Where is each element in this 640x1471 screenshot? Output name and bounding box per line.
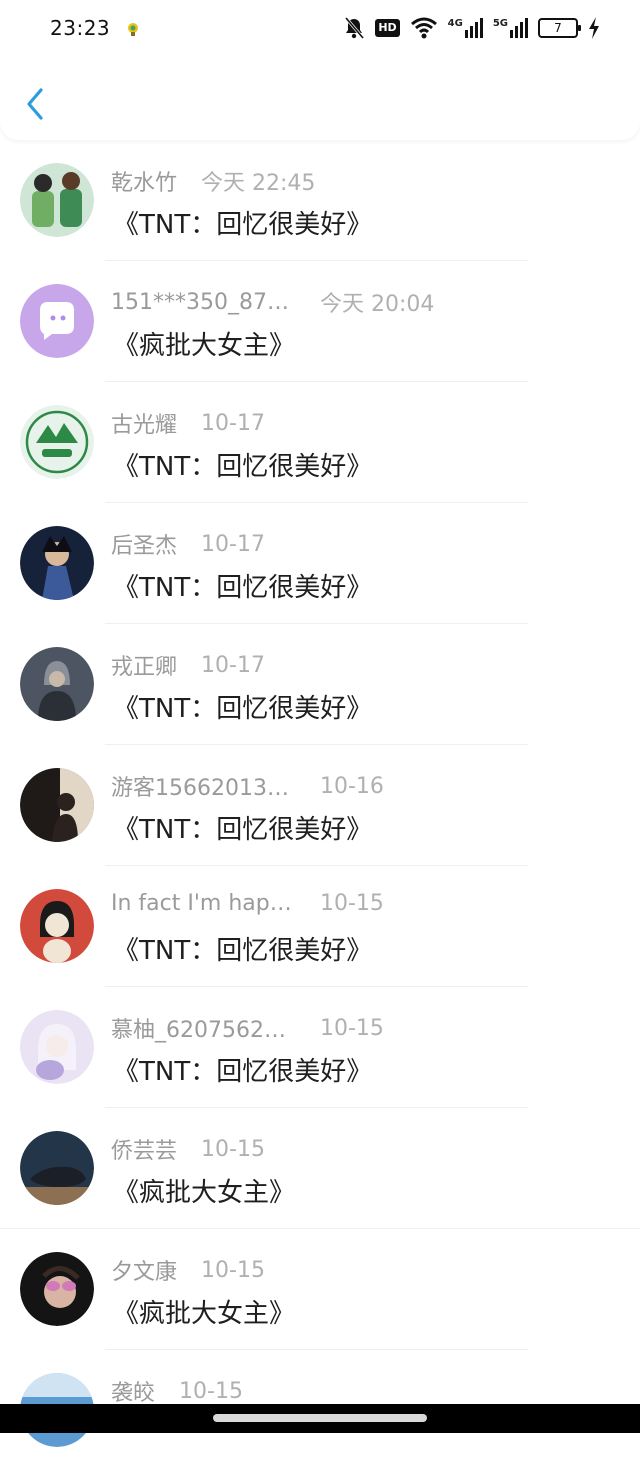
timestamp: 10-15 bbox=[201, 1136, 265, 1162]
user-avatar[interactable] bbox=[20, 284, 94, 358]
user-avatar[interactable] bbox=[20, 405, 94, 479]
notification-app-icon bbox=[128, 23, 138, 36]
user-name[interactable]: 戎正卿 bbox=[111, 649, 177, 681]
user-name[interactable]: 151***350_875... bbox=[111, 290, 296, 315]
timestamp: 今天 20:04 bbox=[320, 292, 435, 317]
home-indicator[interactable] bbox=[213, 1414, 427, 1422]
user-name[interactable]: 慕柚_62075620... bbox=[111, 1012, 296, 1044]
list-item[interactable]: 古光耀 10-17 《TNT：回忆很美好》 bbox=[0, 382, 640, 503]
user-avatar[interactable] bbox=[20, 1010, 94, 1084]
user-name[interactable]: In fact I'm happ... bbox=[111, 891, 296, 916]
wifi-icon bbox=[410, 17, 437, 39]
list-item[interactable]: 慕柚_62075620... 10-15 《TNT：回忆很美好》 bbox=[0, 987, 640, 1108]
book-title[interactable]: 《疯批大女主》 bbox=[113, 1293, 295, 1330]
book-title[interactable]: 《疯批大女主》 bbox=[113, 1172, 295, 1209]
status-time: 23:23 bbox=[50, 16, 111, 40]
bell-muted-icon bbox=[345, 17, 365, 39]
list-item[interactable]: 乾水竹 今天 22:45 《TNT：回忆很美好》 bbox=[0, 140, 640, 261]
user-name[interactable]: 乾水竹 bbox=[111, 165, 177, 197]
book-title[interactable]: 《TNT：回忆很美好》 bbox=[113, 1051, 372, 1088]
list-item[interactable]: 夕文康 10-15 《疯批大女主》 bbox=[0, 1229, 640, 1350]
user-name[interactable]: 夕文康 bbox=[111, 1254, 177, 1286]
signal-4g-icon: 4G bbox=[448, 18, 483, 38]
user-avatar[interactable] bbox=[20, 768, 94, 842]
timestamp: 10-17 bbox=[201, 410, 265, 436]
list-item[interactable]: In fact I'm happ... 10-15 《TNT：回忆很美好》 bbox=[0, 866, 640, 987]
timestamp: 10-17 bbox=[201, 652, 265, 678]
user-name[interactable]: 侨芸芸 bbox=[111, 1133, 177, 1165]
timestamp: 10-15 bbox=[179, 1378, 243, 1404]
back-arrow-icon[interactable] bbox=[20, 84, 52, 124]
book-title[interactable]: 《TNT：回忆很美好》 bbox=[113, 446, 372, 483]
user-name[interactable]: 袭皎 bbox=[111, 1375, 155, 1407]
timestamp: 10-15 bbox=[320, 1015, 384, 1041]
book-title[interactable]: 《TNT：回忆很美好》 bbox=[113, 567, 372, 604]
user-avatar[interactable] bbox=[20, 526, 94, 600]
charging-icon bbox=[589, 17, 599, 39]
list-item[interactable]: 侨芸芸 10-15 《疯批大女主》 bbox=[0, 1108, 640, 1229]
timestamp: 10-15 bbox=[201, 1257, 265, 1283]
user-avatar[interactable] bbox=[20, 1131, 94, 1205]
user-name[interactable]: 古光耀 bbox=[111, 407, 177, 439]
book-title[interactable]: 《TNT：回忆很美好》 bbox=[113, 204, 372, 241]
book-title[interactable]: 《TNT：回忆很美好》 bbox=[113, 688, 372, 725]
status-bar: 23:23 HD 4G 5G 7 bbox=[0, 0, 640, 58]
user-avatar[interactable] bbox=[20, 889, 94, 963]
list-item[interactable]: 后圣杰 10-17 《TNT：回忆很美好》 bbox=[0, 503, 640, 624]
signal-5g-icon: 5G bbox=[493, 18, 528, 38]
user-avatar[interactable] bbox=[20, 1252, 94, 1326]
user-avatar[interactable] bbox=[20, 647, 94, 721]
book-title[interactable]: 《疯批大女主》 bbox=[113, 325, 295, 362]
user-name[interactable]: 游客156620133... bbox=[111, 770, 296, 802]
hd-voice-icon: HD bbox=[375, 19, 400, 37]
book-title[interactable]: 《TNT：回忆很美好》 bbox=[113, 809, 372, 846]
user-avatar[interactable] bbox=[20, 163, 94, 237]
timestamp: 今天 22:45 bbox=[201, 171, 316, 196]
book-title[interactable]: 《TNT：回忆很美好》 bbox=[113, 930, 372, 967]
timestamp: 10-17 bbox=[201, 531, 265, 557]
top-header bbox=[0, 58, 640, 140]
battery-indicator: 7 bbox=[538, 18, 581, 38]
list-item[interactable]: 151***350_875... 今天 20:04 《疯批大女主》 bbox=[0, 261, 640, 382]
gesture-navigation-bar bbox=[0, 1404, 640, 1433]
list-item[interactable]: 游客156620133... 10-16 《TNT：回忆很美好》 bbox=[0, 745, 640, 866]
timestamp: 10-15 bbox=[320, 891, 384, 916]
user-name[interactable]: 后圣杰 bbox=[111, 528, 177, 560]
reader-list: 乾水竹 今天 22:45 《TNT：回忆很美好》 151***350_875..… bbox=[0, 140, 640, 1471]
list-item[interactable]: 戎正卿 10-17 《TNT：回忆很美好》 bbox=[0, 624, 640, 745]
timestamp: 10-16 bbox=[320, 773, 384, 799]
